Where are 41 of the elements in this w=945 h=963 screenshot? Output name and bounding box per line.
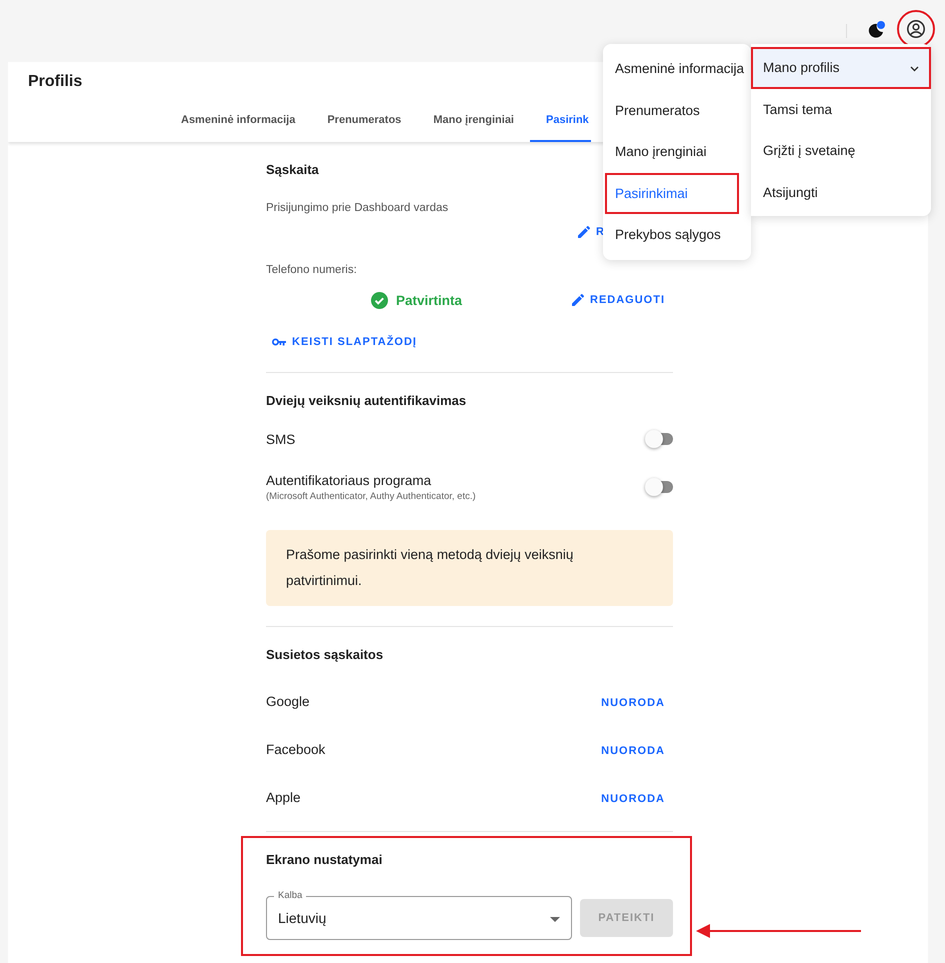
- menu-item[interactable]: Pasirinkimai: [605, 172, 739, 214]
- verified-status: Patvirtinta: [396, 292, 462, 308]
- edit-button[interactable]: REDAGUOTI: [564, 290, 673, 310]
- menu-item[interactable]: Mano įrenginiai: [603, 131, 751, 172]
- option-label: Autentifikatoriaus programa: [266, 472, 432, 488]
- field-label: Prisijungimo prie Dashboard vardas: [266, 201, 450, 216]
- pencil-icon: [578, 226, 590, 238]
- menu-item[interactable]: Prenumeratos: [603, 90, 751, 131]
- tab[interactable]: Asmeninė informacija: [165, 100, 312, 142]
- link-button[interactable]: NUORODA: [593, 693, 673, 713]
- link-button[interactable]: NUORODA: [593, 789, 673, 809]
- field-label: Telefono numeris:: [266, 263, 358, 278]
- menu-item[interactable]: Mano profilis: [751, 47, 931, 88]
- option-note: (Microsoft Authenticator, Authy Authenticator, etc.): [266, 490, 476, 502]
- page-title: Profilis: [28, 72, 82, 92]
- check-circle-icon: [371, 292, 388, 308]
- dropdown-caret-icon: [550, 917, 560, 922]
- key-icon: [272, 338, 286, 346]
- pencil-icon: [572, 294, 584, 306]
- toggle-switch[interactable]: [645, 477, 673, 497]
- link-button[interactable]: NUORODA: [593, 741, 673, 761]
- account-icon[interactable]: [906, 19, 926, 39]
- tab[interactable]: Pasirink: [530, 100, 591, 142]
- account-name: Google: [266, 694, 310, 708]
- section-heading: Dviejų veiksnių autentifikavimas: [266, 392, 468, 410]
- section-heading: Sąskaita: [266, 161, 320, 179]
- section-heading: Susietos sąskaitos: [266, 646, 384, 664]
- menu-item[interactable]: Asmeninė informacija: [603, 48, 751, 90]
- account-name: Facebook: [266, 742, 326, 756]
- change-password-button[interactable]: KEISTI SLAPTAŽODĮ: [266, 332, 425, 352]
- menu-item[interactable]: Tamsi tema: [751, 88, 931, 130]
- tab[interactable]: Mano įrenginiai: [417, 100, 530, 142]
- chevron-down-icon: [910, 66, 919, 72]
- option-label: SMS: [266, 432, 296, 446]
- tab[interactable]: Prenumeratos: [311, 100, 418, 142]
- toggle-switch[interactable]: [645, 429, 673, 449]
- account-name: Apple: [266, 790, 301, 804]
- section-heading: Ekrano nustatymai: [266, 851, 384, 869]
- info-notice: Prašome pasirinkti vieną metodą dviejų veiksnių patvirtinimui.: [266, 530, 673, 606]
- menu-item[interactable]: Atsijungti: [751, 172, 931, 213]
- menu-item[interactable]: Grįžti į svetainę: [751, 130, 931, 172]
